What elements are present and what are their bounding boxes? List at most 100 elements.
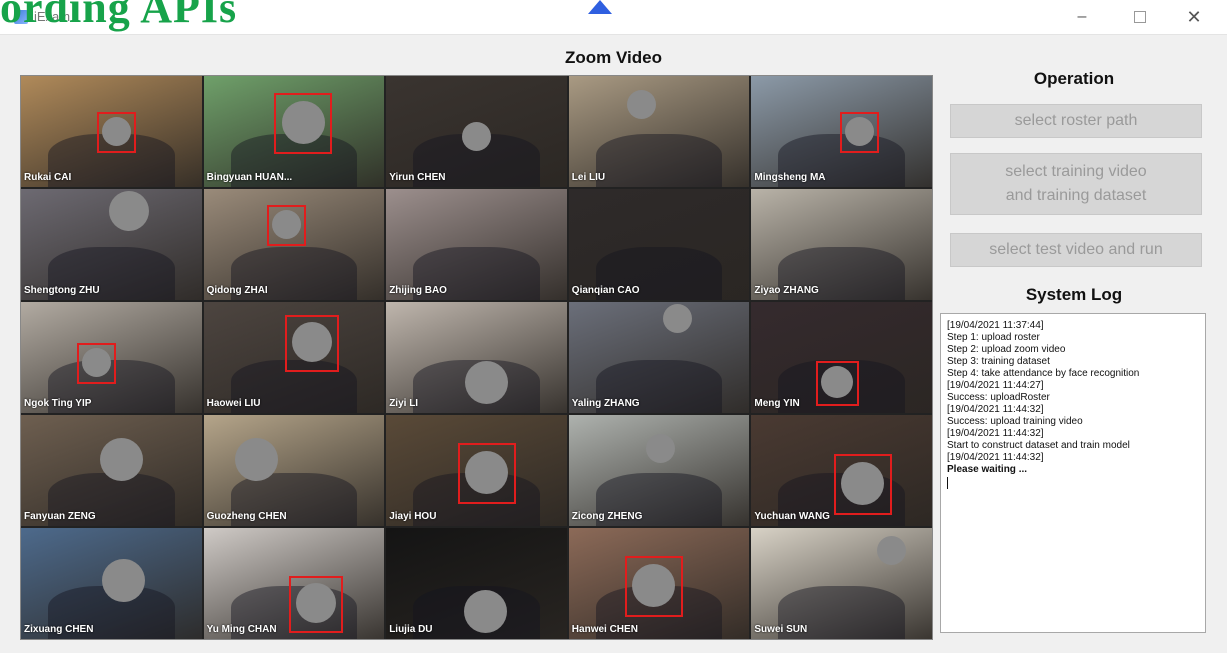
- participant-name: Zicong ZHENG: [571, 511, 643, 522]
- log-line: Start to construct dataset and train mod…: [947, 440, 1130, 451]
- face-blur-icon: [102, 559, 145, 602]
- face-blur-icon: [626, 90, 656, 119]
- video-tile: Meng YIN: [751, 302, 932, 413]
- video-tile: Guozheng CHEN: [203, 415, 385, 526]
- participant-name: Bingyuan HUAN...: [206, 172, 293, 183]
- video-tile: Hanwei CHEN: [568, 528, 750, 639]
- face-detection-box: [284, 315, 339, 372]
- participant-name: Yirun CHEN: [389, 172, 446, 183]
- maximize-button[interactable]: [1126, 4, 1154, 30]
- select-training-video-button[interactable]: select training video and training datas…: [950, 153, 1202, 215]
- participant-name: Rukai CAI: [24, 172, 72, 183]
- participant-name: Qidong ZHAI: [206, 285, 268, 296]
- video-tile: Rukai CAI: [21, 76, 202, 187]
- video-section-title: Zoom Video: [565, 48, 662, 67]
- face-blur-icon: [462, 122, 492, 151]
- participant-name: Qianqian CAO: [571, 285, 640, 296]
- log-line: Step 3: training dataset: [947, 356, 1050, 367]
- title-bar: iExam ording APIs – ✕: [0, 0, 1227, 35]
- video-tile: Yu Ming CHAN: [203, 528, 385, 639]
- close-button[interactable]: ✕: [1180, 4, 1208, 30]
- select-test-video-button[interactable]: select test video and run: [950, 233, 1202, 267]
- text-cursor: [947, 477, 948, 489]
- participant-name: Yaling ZHANG: [571, 398, 640, 409]
- face-detection-box: [266, 205, 306, 246]
- log-line: Success: uploadRoster: [947, 392, 1050, 403]
- video-tile: Qianqian CAO: [568, 189, 750, 300]
- participant-name: Yuchuan WANG: [754, 511, 830, 522]
- participant-name: Haowei LIU: [206, 398, 261, 409]
- video-tile: Yaling ZHANG: [568, 302, 750, 413]
- face-detection-box: [77, 343, 116, 384]
- arrow-up-icon: [588, 0, 612, 14]
- video-tile: Haowei LIU: [203, 302, 385, 413]
- video-tile: Suwei SUN: [751, 528, 932, 639]
- participant-name: Lei LIU: [571, 172, 606, 183]
- maximize-icon: [1134, 11, 1146, 23]
- video-grid: Rukai CAI Bingyuan HUAN... Yirun CHEN Lei L…: [21, 76, 932, 639]
- participant-name: Meng YIN: [754, 398, 800, 409]
- video-tile: Yuchuan WANG: [751, 415, 932, 526]
- log-line: Success: upload training video: [947, 416, 1083, 427]
- participant-name: Ngok Ting YIP: [24, 398, 92, 409]
- overlay-heading: ording APIs: [0, 0, 238, 32]
- minimize-button[interactable]: –: [1068, 4, 1096, 30]
- video-tile: Zhijing BAO: [386, 189, 567, 300]
- face-blur-icon: [234, 438, 278, 481]
- log-line: Step 2: upload zoom video: [947, 344, 1066, 355]
- face-blur-icon: [645, 434, 675, 463]
- video-tile: Yirun CHEN: [386, 76, 567, 187]
- participant-name: Mingsheng MA: [754, 172, 826, 183]
- face-blur-icon: [100, 438, 143, 481]
- participant-name: Jiayi HOU: [389, 511, 437, 522]
- video-tile: Ziyao ZHANG: [751, 189, 932, 300]
- log-line: Step 1: upload roster: [947, 332, 1040, 343]
- face-detection-box: [840, 112, 880, 153]
- video-tile: Fanyuan ZENG: [21, 415, 202, 526]
- face-blur-icon: [877, 536, 907, 565]
- face-detection-box: [288, 576, 343, 633]
- participant-silhouette: [595, 133, 723, 187]
- participant-name: Liujia DU: [389, 624, 433, 635]
- log-line-waiting: Please waiting ...: [947, 464, 1028, 475]
- system-log-title: System Log: [1025, 285, 1123, 304]
- participant-name: Shengtong ZHU: [24, 285, 100, 296]
- video-tile: Shengtong ZHU: [21, 189, 202, 300]
- video-tile: Ngok Ting YIP: [21, 302, 202, 413]
- face-blur-icon: [109, 191, 149, 231]
- log-line: [19/04/2021 11:44:32]: [947, 452, 1044, 463]
- face-detection-box: [97, 112, 136, 153]
- face-detection-box: [273, 93, 332, 154]
- log-line: [19/04/2021 11:44:32]: [947, 428, 1044, 439]
- face-blur-icon: [464, 590, 508, 633]
- select-roster-path-button[interactable]: select roster path: [950, 104, 1202, 138]
- video-tile: Liujia DU: [386, 528, 567, 639]
- video-tile: Zixuang CHEN: [21, 528, 202, 639]
- right-panel: Operation select roster path select trai…: [938, 69, 1210, 638]
- face-blur-icon: [465, 361, 509, 404]
- participant-name: Yu Ming CHAN: [206, 624, 277, 635]
- video-tile: Qidong ZHAI: [203, 189, 385, 300]
- participant-name: Zhijing BAO: [389, 285, 447, 296]
- participant-name: Guozheng CHEN: [206, 511, 287, 522]
- video-tile: Jiayi HOU: [386, 415, 567, 526]
- video-tile: Zicong ZHENG: [568, 415, 750, 526]
- face-detection-box: [624, 556, 683, 617]
- video-grid-panel: Rukai CAI Bingyuan HUAN... Yirun CHEN Lei L…: [20, 75, 933, 640]
- participant-name: Ziyao ZHANG: [754, 285, 819, 296]
- operation-title: Operation: [1033, 69, 1115, 88]
- face-detection-box: [816, 361, 860, 406]
- log-line: [19/04/2021 11:44:27]: [947, 380, 1044, 391]
- system-log-textbox[interactable]: [19/04/2021 11:37:44] Step 1: upload rost…: [940, 313, 1206, 633]
- video-tile: Bingyuan HUAN...: [203, 76, 385, 187]
- video-tile: Lei LIU: [568, 76, 750, 187]
- participant-name: Ziyi LI: [389, 398, 419, 409]
- log-line: [19/04/2021 11:44:32]: [947, 404, 1044, 415]
- log-line: Step 4: take attendance by face recognit…: [947, 368, 1140, 379]
- video-tile: Ziyi LI: [386, 302, 567, 413]
- participant-name: Suwei SUN: [754, 624, 808, 635]
- face-blur-icon: [662, 304, 692, 333]
- video-tile: Mingsheng MA: [751, 76, 932, 187]
- participant-name: Zixuang CHEN: [24, 624, 94, 635]
- face-detection-box: [458, 443, 517, 504]
